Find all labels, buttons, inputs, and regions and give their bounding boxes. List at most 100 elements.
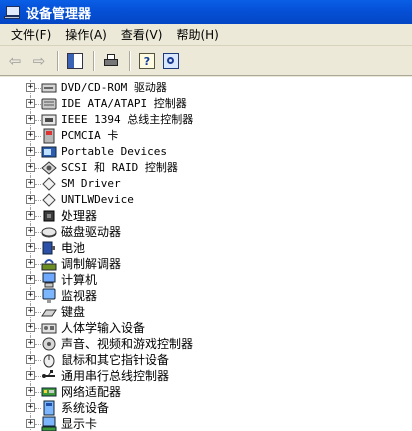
show-hide-console-tree-button[interactable] <box>64 50 86 72</box>
tree-item-label: SCSI 和 RAID 控制器 <box>61 161 178 174</box>
tree-item[interactable]: + Portable Devices <box>0 144 412 160</box>
print-button[interactable] <box>100 50 122 72</box>
menu-bar: 文件(F) 操作(A) 查看(V) 帮助(H) <box>0 24 412 46</box>
tree-item-label: UNTLWDevice <box>61 193 134 206</box>
expand-plus-icon[interactable]: + <box>26 403 35 412</box>
expand-plus-icon[interactable]: + <box>26 195 35 204</box>
tree-item[interactable]: + IDE ATA/ATAPI 控制器 <box>0 96 412 112</box>
tree-item[interactable]: + 计算机 <box>0 272 412 288</box>
expand-plus-icon[interactable]: + <box>26 339 35 348</box>
display-adapter-icon <box>41 416 57 431</box>
mouse-icon <box>41 352 57 368</box>
disk-drive-icon <box>41 224 57 240</box>
tree-item[interactable]: + 处理器 <box>0 208 412 224</box>
tree-item-label: 键盘 <box>61 305 86 319</box>
portable-device-icon <box>41 144 57 160</box>
tree-item-label: 磁盘驱动器 <box>61 225 122 239</box>
modem-icon <box>41 256 57 272</box>
sound-controller-icon <box>41 336 57 352</box>
tree-item[interactable]: + SCSI 和 RAID 控制器 <box>0 160 412 176</box>
toolbar: ⇦ ⇨ ? <box>0 47 412 76</box>
menu-action[interactable]: 操作(A) <box>58 25 114 45</box>
computer-icon <box>41 272 57 288</box>
menu-help[interactable]: 帮助(H) <box>169 25 225 45</box>
expand-plus-icon[interactable]: + <box>26 131 35 140</box>
back-button[interactable]: ⇦ <box>4 50 26 72</box>
tree-item[interactable]: + 鼠标和其它指针设备 <box>0 352 412 368</box>
tree-item-label: Portable Devices <box>61 145 167 158</box>
expand-plus-icon[interactable]: + <box>26 179 35 188</box>
system-device-icon <box>41 400 57 416</box>
tree-item[interactable]: + UNTLWDevice <box>0 192 412 208</box>
tree-item-label: SM Driver <box>61 177 121 190</box>
menu-view[interactable]: 查看(V) <box>114 25 170 45</box>
toolbar-separator <box>93 51 95 71</box>
help-button[interactable]: ? <box>136 50 158 72</box>
expand-plus-icon[interactable]: + <box>26 115 35 124</box>
expand-plus-icon[interactable]: + <box>26 163 35 172</box>
tree-item-label: DVD/CD-ROM 驱动器 <box>61 81 167 94</box>
expand-plus-icon[interactable]: + <box>26 83 35 92</box>
cdrom-drive-icon <box>41 80 57 96</box>
expand-plus-icon[interactable]: + <box>26 419 35 428</box>
tree-item[interactable]: + SM Driver <box>0 176 412 192</box>
tree-item[interactable]: + 磁盘驱动器 <box>0 224 412 240</box>
monitor-icon <box>41 288 57 304</box>
tree-item-label: 通用串行总线控制器 <box>61 369 170 383</box>
device-tree[interactable]: + DVD/CD-ROM 驱动器 + IDE ATA/ATAPI 控制器 + IEEE 1… <box>0 77 412 431</box>
tree-item[interactable]: + PCMCIA 卡 <box>0 128 412 144</box>
forward-arrow-icon: ⇨ <box>32 52 46 70</box>
tree-item[interactable]: + 声音、视频和游戏控制器 <box>0 336 412 352</box>
tree-item[interactable]: + 人体学输入设备 <box>0 320 412 336</box>
tree-item-label: PCMCIA 卡 <box>61 129 119 142</box>
network-adapter-icon <box>41 384 57 400</box>
expand-plus-icon[interactable]: + <box>26 355 35 364</box>
expand-plus-icon[interactable]: + <box>26 99 35 108</box>
expand-plus-icon[interactable]: + <box>26 275 35 284</box>
forward-button[interactable]: ⇨ <box>28 50 50 72</box>
scan-hardware-button[interactable] <box>160 50 182 72</box>
tree-item[interactable]: + 系统设备 <box>0 400 412 416</box>
printer-icon <box>103 53 119 69</box>
tree-item[interactable]: + DVD/CD-ROM 驱动器 <box>0 80 412 96</box>
tree-item-label: 监视器 <box>61 289 98 303</box>
device-manager-icon <box>4 5 20 19</box>
tree-item-label: 电池 <box>61 241 86 255</box>
hid-icon <box>41 320 57 336</box>
tree-item[interactable]: + 通用串行总线控制器 <box>0 368 412 384</box>
tree-item-label: 显示卡 <box>61 417 98 431</box>
processor-icon <box>41 208 57 224</box>
expand-plus-icon[interactable]: + <box>26 259 35 268</box>
tree-item[interactable]: + 调制解调器 <box>0 256 412 272</box>
ieee1394-controller-icon <box>41 112 57 128</box>
expand-plus-icon[interactable]: + <box>26 227 35 236</box>
keyboard-icon <box>41 304 57 320</box>
expand-plus-icon[interactable]: + <box>26 371 35 380</box>
toolbar-separator <box>57 51 59 71</box>
battery-icon <box>41 240 57 256</box>
tree-item[interactable]: + 键盘 <box>0 304 412 320</box>
expand-plus-icon[interactable]: + <box>26 291 35 300</box>
window-title: 设备管理器 <box>26 6 92 22</box>
tree-item[interactable]: + 显示卡 <box>0 416 412 431</box>
tree-item[interactable]: + 网络适配器 <box>0 384 412 400</box>
scsi-controller-icon <box>41 160 57 176</box>
expand-plus-icon[interactable]: + <box>26 387 35 396</box>
tree-item[interactable]: + 监视器 <box>0 288 412 304</box>
expand-plus-icon[interactable]: + <box>26 243 35 252</box>
back-arrow-icon: ⇦ <box>8 52 22 70</box>
tree-item-label: 鼠标和其它指针设备 <box>61 353 170 367</box>
help-icon: ? <box>139 53 155 69</box>
tree-item[interactable]: + IEEE 1394 总线主控制器 <box>0 112 412 128</box>
expand-plus-icon[interactable]: + <box>26 147 35 156</box>
expand-plus-icon[interactable]: + <box>26 307 35 316</box>
tree-item-label: 处理器 <box>61 209 98 223</box>
title-bar[interactable]: 设备管理器 <box>0 0 412 24</box>
tree-item-label: 调制解调器 <box>61 257 122 271</box>
expand-plus-icon[interactable]: + <box>26 211 35 220</box>
tree-item[interactable]: + 电池 <box>0 240 412 256</box>
expand-plus-icon[interactable]: + <box>26 323 35 332</box>
menu-file[interactable]: 文件(F) <box>4 25 58 45</box>
tree-item-label: IEEE 1394 总线主控制器 <box>61 113 194 126</box>
unknown-device-icon <box>41 192 57 208</box>
